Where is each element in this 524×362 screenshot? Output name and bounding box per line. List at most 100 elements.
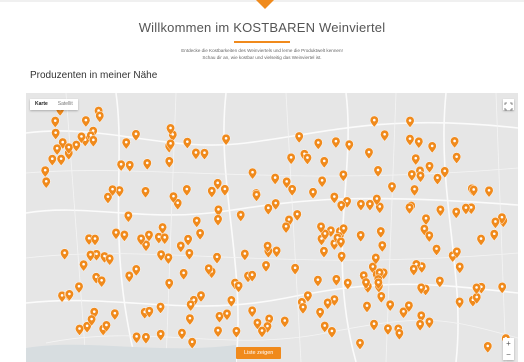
- producer-marker-dot: [320, 179, 324, 182]
- producer-marker-dot: [285, 180, 288, 183]
- zoom-out-button[interactable]: −: [503, 349, 514, 360]
- producer-marker-dot: [161, 225, 164, 229]
- producer-marker-dot: [333, 297, 336, 301]
- producer-marker-dot: [98, 114, 102, 117]
- producer-marker-dot: [159, 332, 163, 336]
- producer-marker-dot: [189, 302, 192, 306]
- producer-marker-dot: [430, 144, 434, 148]
- producer-marker-dot: [250, 309, 254, 312]
- producer-map[interactable]: Karte Satellit Liste zeigen + −: [26, 93, 518, 362]
- producer-marker-dot: [203, 151, 206, 155]
- zoom-in-button[interactable]: +: [503, 338, 514, 349]
- intro-line-1: Entdecke die Kostbarkeiten des Weinviert…: [181, 48, 343, 53]
- producer-marker-dot: [379, 294, 383, 298]
- producer-marker-dot: [368, 202, 372, 206]
- producer-marker-dot: [408, 205, 411, 209]
- producer-marker-dot: [172, 194, 175, 198]
- producer-marker-dot: [375, 197, 379, 200]
- producer-marker-dot: [358, 341, 362, 344]
- producer-marker-dot: [378, 205, 382, 208]
- producer-marker-dot: [216, 329, 220, 332]
- producer-marker-dot: [256, 321, 259, 324]
- show-list-button[interactable]: Liste zeigen: [236, 347, 282, 359]
- producer-marker-dot: [176, 201, 180, 205]
- producer-marker-dot: [458, 300, 461, 303]
- producer-marker-dot: [210, 189, 214, 192]
- intro-text: Entdecke die Kostbarkeiten des Weinviert…: [120, 47, 404, 61]
- producer-marker-dot: [347, 142, 351, 146]
- producer-marker-dot: [500, 215, 504, 219]
- producer-marker-dot: [388, 302, 392, 306]
- producer-marker-dot: [380, 243, 384, 247]
- producer-marker-dot: [135, 335, 138, 338]
- producer-marker-dot: [494, 220, 497, 223]
- producer-marker-dot: [105, 323, 108, 327]
- producer-marker-dot: [180, 331, 184, 334]
- producer-marker-dot: [43, 168, 47, 172]
- producer-marker-dot: [274, 201, 277, 205]
- producer-marker-dot: [190, 340, 194, 344]
- producer-marker-dot: [59, 157, 63, 160]
- producer-marker-dot: [147, 233, 151, 236]
- header-notch: [256, 0, 274, 9]
- producer-marker-dot: [383, 132, 386, 136]
- producer-marker-dot: [428, 320, 431, 323]
- map-tab-karte[interactable]: Karte: [30, 99, 53, 110]
- producer-marker-dot: [318, 310, 322, 314]
- producer-marker-dot: [500, 285, 504, 288]
- producer-marker-dot: [414, 156, 418, 160]
- producer-marker-dot: [283, 319, 287, 322]
- producer-marker-dot: [329, 228, 333, 232]
- producer-marker-dot: [144, 189, 147, 193]
- map-tab-satellit[interactable]: Satellit: [53, 99, 78, 110]
- producer-marker-dot: [144, 243, 148, 246]
- producer-marker-dot: [371, 265, 375, 268]
- producer-marker-dot: [145, 161, 149, 165]
- producer-marker-dot: [239, 213, 243, 216]
- producer-marker-dot: [85, 324, 89, 328]
- producer-marker-dot: [297, 134, 301, 138]
- map-type-control[interactable]: Karte Satellit: [30, 99, 78, 110]
- producer-marker-dot: [335, 277, 338, 281]
- producer-marker-dot: [124, 140, 128, 144]
- title-divider: [234, 41, 290, 43]
- producer-marker-dot: [188, 316, 192, 320]
- producer-marker-dot: [333, 195, 336, 198]
- producer-marker-dot: [374, 256, 378, 259]
- producer-marker-dot: [386, 326, 390, 330]
- producer-marker-dot: [464, 206, 468, 209]
- producer-marker-dot: [275, 249, 278, 252]
- producer-marker-dot: [424, 216, 428, 220]
- producer-marker-dot: [260, 329, 264, 332]
- map-canvas[interactable]: [26, 93, 518, 362]
- producer-marker-dot: [87, 236, 91, 240]
- fullscreen-button[interactable]: [503, 99, 514, 111]
- producer-marker-dot: [243, 252, 247, 255]
- producer-marker-dot: [492, 232, 496, 236]
- producer-marker-dot: [306, 156, 309, 159]
- producer-marker-dot: [418, 322, 422, 326]
- producer-marker-dot: [359, 202, 363, 206]
- producer-marker-dot: [453, 139, 456, 143]
- producer-marker-dot: [93, 237, 97, 240]
- producer-marker-dot: [82, 262, 85, 266]
- producer-marker-dot: [417, 139, 421, 143]
- producer-marker-dot: [94, 275, 98, 279]
- producer-marker-dot: [53, 119, 57, 122]
- producer-marker-dot: [44, 179, 48, 183]
- producer-marker-dot: [100, 278, 103, 282]
- producer-marker-dot: [346, 281, 350, 284]
- zoom-control[interactable]: + −: [503, 338, 514, 360]
- producer-marker-dot: [111, 187, 114, 191]
- producer-marker-dot: [92, 310, 96, 313]
- producer-marker-dot: [194, 151, 198, 154]
- producer-marker-dot: [134, 132, 138, 136]
- producer-marker-dot: [295, 212, 299, 216]
- producer-marker-dot: [139, 237, 143, 240]
- producer-marker-dot: [216, 217, 220, 221]
- producer-marker-dot: [408, 119, 412, 122]
- producer-marker-dot: [80, 135, 83, 138]
- producer-marker-dot: [225, 312, 229, 315]
- producer-marker-dot: [410, 172, 414, 176]
- producer-marker-dot: [217, 208, 220, 211]
